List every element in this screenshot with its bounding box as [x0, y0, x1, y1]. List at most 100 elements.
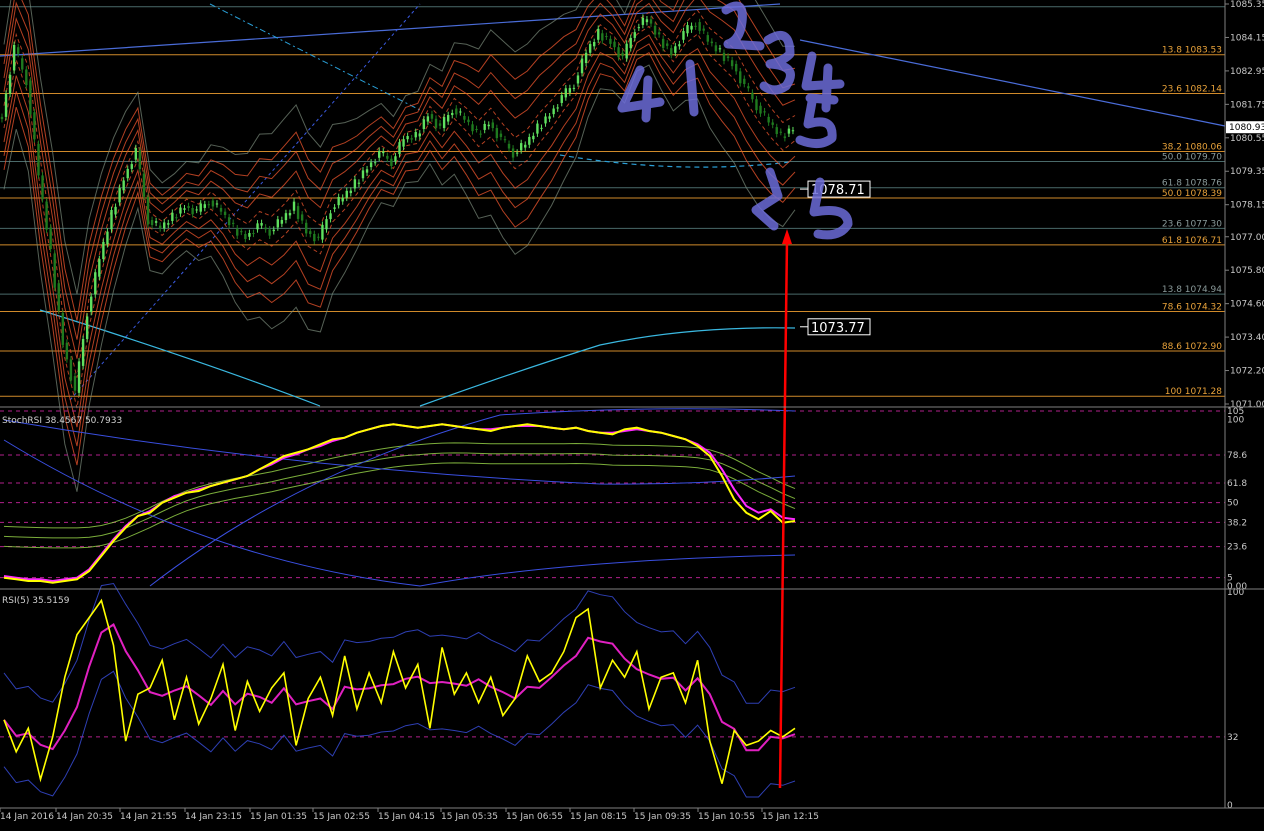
candle-body	[495, 128, 499, 139]
candle-body	[118, 188, 121, 203]
candle-body	[763, 111, 766, 113]
rsi-tick-label: 0	[1227, 801, 1233, 811]
candle-body	[154, 221, 158, 223]
candle-body	[568, 88, 572, 93]
candle-body	[130, 164, 133, 169]
candle-body	[25, 69, 28, 86]
candle-body	[414, 131, 417, 138]
candle-body	[146, 196, 150, 225]
candle-body	[471, 124, 474, 132]
stochrsi-label: StochRSI 38.4567 50.7933	[2, 416, 122, 426]
candle-body	[280, 220, 284, 224]
candle-body	[296, 206, 300, 219]
candle-body	[240, 231, 243, 233]
time-tick-label: 15 Jan 09:35	[634, 812, 691, 822]
time-tick-label: 15 Jan 06:55	[506, 812, 563, 822]
fib-level-label: 100 1071.28	[1165, 387, 1223, 397]
candle-body	[479, 133, 482, 135]
candle-body	[94, 272, 97, 295]
stochrsi-tick-label: 78.6	[1227, 451, 1247, 461]
candle-body	[110, 209, 113, 230]
price-tick-label: 1073.40	[1230, 333, 1264, 343]
candle-body	[219, 207, 223, 212]
candle-body	[678, 44, 681, 47]
candle-body	[90, 296, 93, 313]
time-tick-label: 15 Jan 05:35	[441, 812, 498, 822]
candle-body	[106, 231, 109, 245]
candle-body	[653, 25, 657, 35]
candle-body	[722, 52, 726, 61]
candle-body	[710, 41, 714, 44]
candle-body	[426, 116, 430, 122]
candle-body	[556, 107, 559, 109]
candle-body	[787, 128, 791, 134]
candle-body	[580, 58, 584, 74]
stochrsi-tick-label: 100	[1227, 415, 1244, 425]
candle-body	[584, 52, 588, 64]
candle-body	[637, 27, 641, 29]
candle-body	[783, 136, 787, 139]
candle-body	[361, 170, 365, 179]
time-tick-label: 15 Jan 10:55	[698, 812, 755, 822]
candle-body	[171, 212, 174, 221]
candle-body	[666, 43, 669, 46]
candle-body	[272, 229, 275, 232]
current-price-label: 1080.93	[1229, 123, 1264, 133]
candle-body	[467, 119, 470, 123]
price-tick-label: 1081.75	[1230, 100, 1264, 110]
fib-level-label: 50.0 1079.70	[1162, 152, 1222, 162]
time-tick-label: 14 Jan 2016	[0, 812, 54, 822]
candle-body	[61, 312, 65, 345]
candle-body	[406, 136, 409, 140]
price-tick-label: 1085.35	[1230, 0, 1264, 10]
candle-body	[601, 33, 604, 41]
candle-body	[73, 376, 77, 391]
candle-body	[29, 80, 32, 115]
candle-body	[698, 22, 701, 31]
price-tick-label: 1072.20	[1230, 367, 1264, 377]
candle-body	[0, 116, 4, 120]
candle-body	[142, 173, 146, 197]
candle-body	[706, 35, 709, 42]
candle-body	[430, 114, 434, 119]
candle-body	[207, 204, 211, 206]
candle-body	[163, 222, 166, 229]
candle-body	[779, 131, 783, 133]
candle-body	[455, 108, 458, 115]
candle-body	[69, 359, 73, 381]
candle-body	[645, 19, 649, 23]
candle-body	[126, 168, 129, 179]
candle-body	[12, 44, 16, 71]
time-tick-label: 14 Jan 21:55	[120, 812, 177, 822]
candle-body	[442, 117, 446, 129]
rsi-tick-label: 32	[1227, 733, 1238, 743]
candle-body	[134, 148, 138, 160]
candle-body	[446, 115, 450, 122]
candle-body	[410, 138, 413, 140]
candle-body	[730, 60, 734, 67]
stochrsi-tick-label: 61.8	[1227, 479, 1247, 489]
candle-body	[292, 201, 296, 211]
candle-body	[597, 28, 600, 40]
candle-body	[369, 162, 373, 168]
candle-body	[759, 105, 762, 114]
price-tick-label: 1084.15	[1230, 33, 1264, 43]
candle-body	[576, 75, 580, 84]
price-tick-label: 1075.80	[1230, 266, 1264, 276]
candle-body	[633, 32, 636, 38]
candle-body	[390, 158, 393, 166]
price-tick-label: 1082.95	[1230, 67, 1264, 77]
candle-body	[300, 214, 304, 221]
candle-body	[438, 123, 442, 126]
time-tick-label: 15 Jan 01:35	[250, 812, 307, 822]
candle-body	[349, 190, 353, 194]
candle-body	[649, 19, 653, 24]
candle-body	[609, 38, 612, 44]
candle-body	[158, 225, 162, 229]
candle-body	[536, 123, 539, 134]
candle-body	[617, 47, 620, 58]
candle-body	[690, 25, 693, 30]
candle-body	[511, 148, 515, 158]
candle-body	[357, 182, 361, 184]
candle-body	[686, 25, 689, 34]
